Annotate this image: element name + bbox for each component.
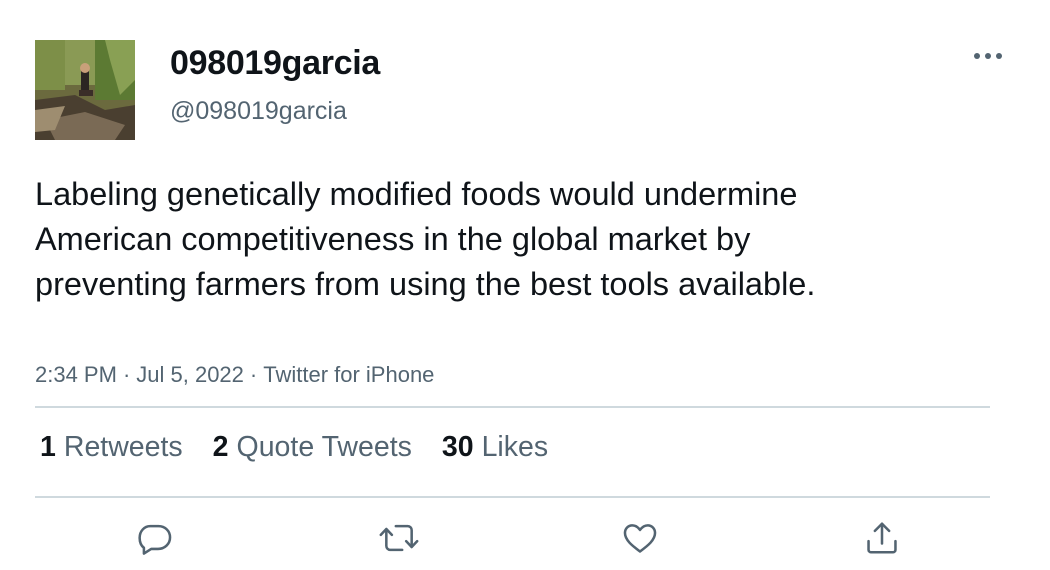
tweet-time[interactable]: 2:34 PM xyxy=(35,362,117,387)
divider xyxy=(35,496,990,498)
likes-count: 30 xyxy=(441,431,474,463)
meta-separator: · xyxy=(122,362,131,387)
reply-button[interactable] xyxy=(133,516,177,560)
quote-tweets-count: 2 xyxy=(212,431,229,463)
quote-tweets-label: Quote Tweets xyxy=(236,431,412,463)
avatar[interactable] xyxy=(35,40,135,140)
display-name[interactable]: 098019garcia xyxy=(170,44,380,83)
like-button[interactable] xyxy=(618,516,662,560)
share-button[interactable] xyxy=(860,516,904,560)
tweet-text: Labeling genetically modified foods woul… xyxy=(35,176,816,302)
handle[interactable]: @098019garcia xyxy=(170,97,347,126)
retweets-stat[interactable]: 1 Retweets xyxy=(40,431,183,464)
likes-stat[interactable]: 30 Likes xyxy=(442,431,548,464)
heart-icon xyxy=(623,524,657,553)
tweet-source[interactable]: Twitter for iPhone xyxy=(263,362,434,387)
retweets-count: 1 xyxy=(40,431,56,463)
tweet-stats: 1 Retweets 2 Quote Tweets 30 Likes xyxy=(40,431,578,464)
quote-tweets-stat[interactable]: 2 Quote Tweets xyxy=(213,431,412,464)
divider xyxy=(35,406,990,408)
meta-separator: · xyxy=(249,362,258,387)
tweet-metadata: 2:34 PM · Jul 5, 2022 · Twitter for iPhone xyxy=(35,362,434,388)
likes-label: Likes xyxy=(481,431,549,463)
tweet-date[interactable]: Jul 5, 2022 xyxy=(136,362,244,387)
retweets-label: Retweets xyxy=(63,431,183,463)
more-horizontal-icon xyxy=(974,53,1002,59)
retweet-icon xyxy=(379,524,419,552)
more-options-button[interactable] xyxy=(968,42,1008,70)
reply-icon xyxy=(138,524,172,555)
retweet-button[interactable] xyxy=(377,516,421,560)
avatar-photo xyxy=(35,40,135,140)
share-icon xyxy=(867,522,897,554)
tweet-card: 098019garcia @098019garcia Labeling gene… xyxy=(0,0,1050,570)
